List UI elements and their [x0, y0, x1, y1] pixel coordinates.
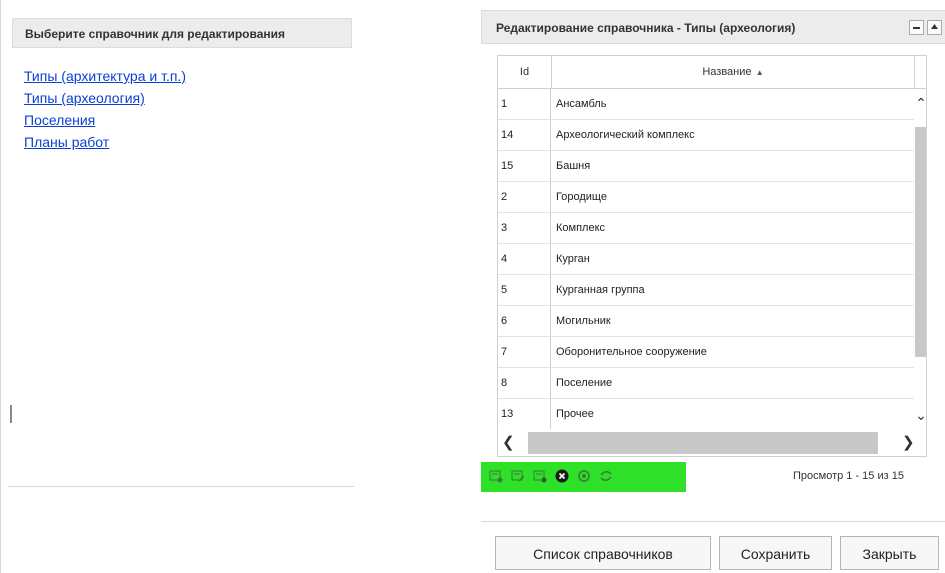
dictionary-select-title: Выберите справочник для редактирования — [25, 27, 286, 41]
table-row[interactable]: 7 Оборонительное сооружение — [498, 337, 914, 368]
column-header-id[interactable]: Id — [498, 56, 552, 88]
pager: Просмотр 1 - 15 из 15 — [481, 462, 945, 492]
sort-icon: ▲ — [753, 68, 764, 77]
vertical-scroll-thumb[interactable] — [915, 127, 926, 357]
vertical-scrollbar[interactable]: ⌃ ⌄ — [914, 89, 926, 429]
horizontal-scroll-thumb[interactable] — [528, 432, 878, 454]
column-header-name[interactable]: Название ▲ — [552, 56, 915, 88]
cell-id: 15 — [498, 151, 551, 181]
cell-name: Ансамбль — [556, 98, 607, 110]
triangle-up-icon — [931, 24, 938, 29]
table-row[interactable]: 2 Городище — [498, 182, 914, 213]
table-row[interactable]: 15 Башня — [498, 151, 914, 182]
edit-record-icon[interactable] — [511, 469, 525, 483]
scroll-right-icon[interactable]: ❯ — [902, 432, 918, 454]
column-header-name-label: Название — [702, 66, 752, 78]
pager-info: Просмотр 1 - 15 из 15 — [793, 470, 904, 482]
cell-id: 7 — [498, 337, 551, 367]
scroll-down-icon[interactable]: ⌄ — [914, 407, 926, 423]
cell-id: 13 — [498, 399, 551, 429]
cell-id: 2 — [498, 182, 551, 212]
cell-name: Археологический комплекс — [556, 129, 695, 141]
cell-name: Городище — [556, 191, 607, 203]
table-row[interactable]: 5 Курганная группа — [498, 275, 914, 306]
cell-id: 14 — [498, 120, 551, 150]
search-icon[interactable] — [577, 469, 591, 483]
list-item: Планы работ — [24, 134, 186, 156]
cell-id: 1 — [498, 89, 551, 119]
add-record-icon[interactable] — [489, 469, 503, 483]
cell-name: Прочее — [556, 408, 594, 420]
resize-marker — [10, 405, 12, 423]
toolbar-highlight — [481, 462, 686, 492]
cell-name: Оборонительное сооружение — [556, 346, 707, 358]
editor-header: Редактирование справочника - Типы (архео… — [481, 10, 945, 44]
cell-id: 5 — [498, 275, 551, 305]
view-record-icon[interactable] — [533, 469, 547, 483]
dictionary-link-architecture-types[interactable]: Типы (архитектура и т.п.) — [24, 68, 186, 84]
cell-name: Курганная группа — [556, 284, 645, 296]
list-item: Типы (архитектура и т.п.) — [24, 68, 186, 90]
cell-name: Поселение — [556, 377, 613, 389]
data-grid: Id Название ▲ 1 Ансамбль 14 Археологически… — [497, 55, 927, 457]
grid-rows: 1 Ансамбль 14 Археологический комплекс 15 Б… — [498, 89, 914, 430]
cell-id: 4 — [498, 244, 551, 274]
table-row[interactable]: 8 Поселение — [498, 368, 914, 399]
minimize-button[interactable] — [909, 20, 924, 35]
cell-id: 6 — [498, 306, 551, 336]
editor-panel: Редактирование справочника - Типы (архео… — [481, 0, 945, 573]
cell-name: Могильник — [556, 315, 611, 327]
table-row[interactable]: 4 Курган — [498, 244, 914, 275]
scroll-left-icon[interactable]: ❮ — [502, 432, 518, 454]
table-row[interactable]: 3 Комплекс — [498, 213, 914, 244]
minimize-icon — [913, 27, 920, 29]
left-border — [0, 0, 1, 573]
save-button[interactable]: Сохранить — [719, 536, 832, 570]
table-row[interactable]: 1 Ансамбль — [498, 89, 914, 120]
dictionary-link-settlements[interactable]: Поселения — [24, 112, 95, 128]
editor-title: Редактирование справочника - Типы (архео… — [496, 21, 796, 35]
delete-record-icon[interactable] — [555, 469, 569, 483]
divider — [8, 486, 354, 487]
scroll-up-icon[interactable]: ⌃ — [914, 95, 926, 111]
table-row[interactable]: 13 Прочее — [498, 399, 914, 430]
collapse-button[interactable] — [927, 20, 942, 35]
cell-id: 8 — [498, 368, 551, 398]
horizontal-scrollbar[interactable]: ❮ ❯ — [498, 429, 926, 456]
refresh-icon[interactable] — [599, 469, 613, 483]
cell-name: Курган — [556, 253, 590, 265]
close-button[interactable]: Закрыть — [840, 536, 939, 570]
cell-name: Комплекс — [556, 222, 606, 234]
list-item: Типы (археология) — [24, 90, 186, 112]
dictionary-select-header: Выберите справочник для редактирования — [12, 18, 352, 48]
grid-header: Id Название ▲ — [498, 56, 926, 89]
dictionary-list-button[interactable]: Список справочников — [495, 536, 711, 570]
table-row[interactable]: 6 Могильник — [498, 306, 914, 337]
list-item: Поселения — [24, 112, 186, 134]
table-row[interactable]: 14 Археологический комплекс — [498, 120, 914, 151]
divider — [481, 521, 945, 522]
cell-id: 3 — [498, 213, 551, 243]
dictionary-link-archaeology-types[interactable]: Типы (археология) — [24, 90, 145, 106]
dictionary-link-work-plans[interactable]: Планы работ — [24, 134, 109, 150]
dictionary-list: Типы (архитектура и т.п.) Типы (археолог… — [24, 68, 186, 156]
cell-name: Башня — [556, 160, 591, 172]
